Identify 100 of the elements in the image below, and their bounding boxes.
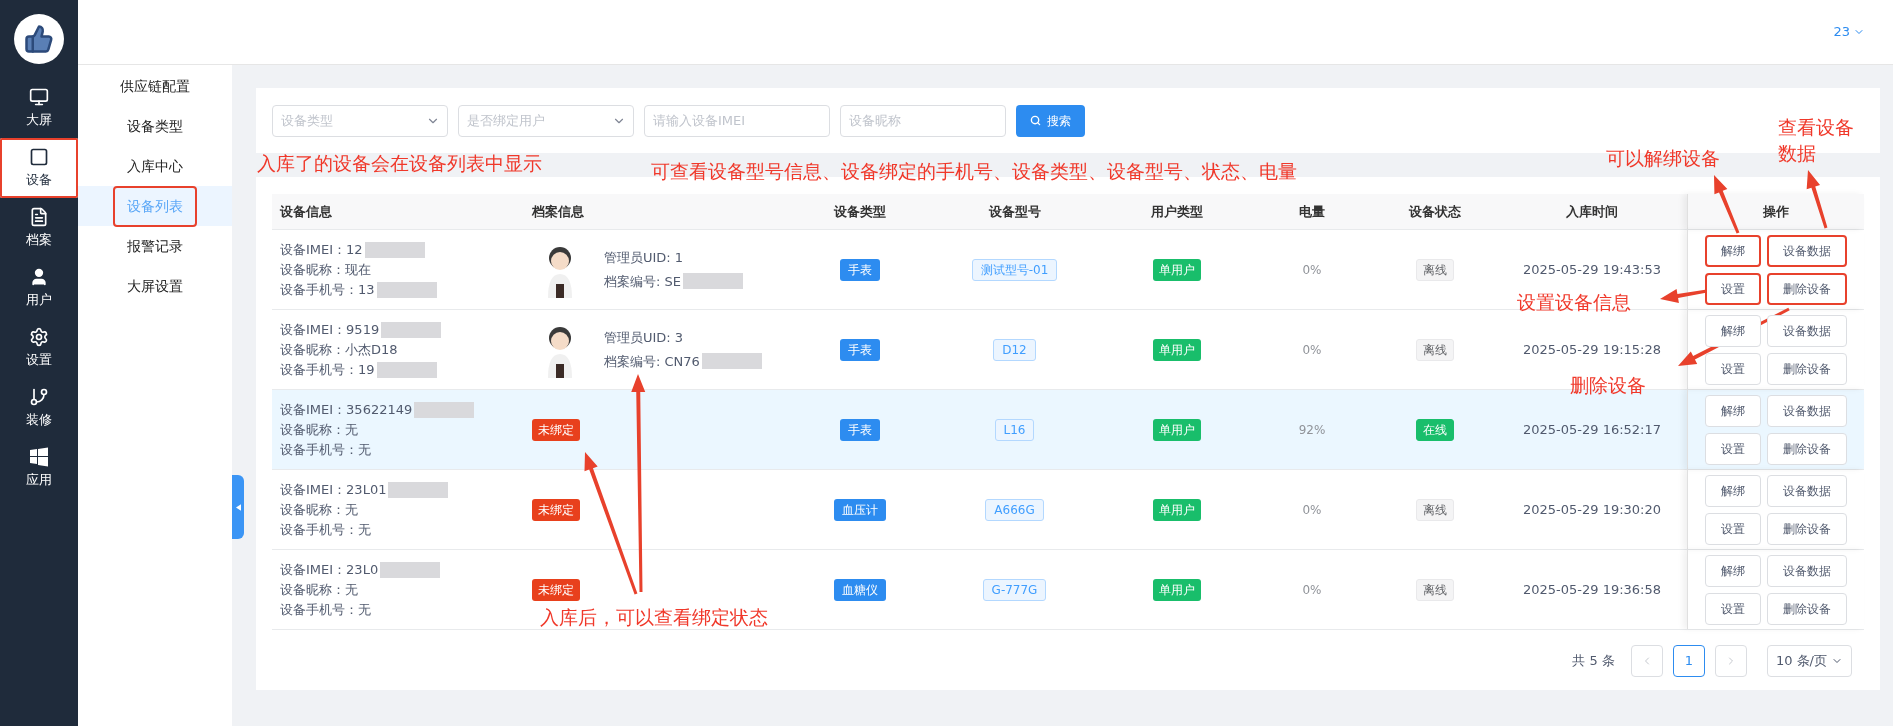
prev-page-button[interactable] — [1630, 645, 1663, 677]
nickname-text: 设备昵称：无 — [280, 420, 359, 439]
device-type-tag: 血糖仪 — [833, 578, 886, 601]
settings-icon — [29, 326, 49, 347]
annotation-text: 入库了的设备会在设备列表中显示 — [257, 151, 542, 176]
stock-time-text: 2025-05-29 19:15:28 — [1521, 340, 1663, 359]
nav-item[interactable]: 大屏 — [0, 78, 78, 138]
action-button[interactable]: 设备数据 — [1767, 554, 1847, 587]
battery-text: 0% — [1301, 501, 1323, 519]
action-button[interactable]: 设置 — [1705, 592, 1761, 625]
unbound-badge: 未绑定 — [532, 498, 580, 521]
user-type-tag: 单用户 — [1153, 418, 1201, 441]
nav-item[interactable]: 设备 — [0, 138, 78, 198]
model-tag: L16 — [994, 418, 1035, 441]
column-header: 设备信息 — [279, 202, 333, 221]
monitor-icon — [29, 86, 49, 107]
nav-item[interactable]: 应用 — [0, 438, 78, 498]
column-header: 入库时间 — [1565, 202, 1619, 221]
archive-number-text: 档案编号: CN76 — [604, 352, 700, 371]
page-size-select[interactable]: 10 条/页 — [1766, 645, 1852, 677]
action-button[interactable]: 删除设备 — [1767, 512, 1847, 545]
action-button[interactable]: 设备数据 — [1767, 394, 1847, 427]
phone-text: 设备手机号：19 — [280, 360, 375, 379]
annotation-text: 查看设备数据 — [1778, 115, 1855, 166]
annotation-arrow — [1714, 175, 1740, 234]
search-icon — [1030, 115, 1041, 126]
action-button[interactable]: 删除设备 — [1767, 592, 1847, 625]
next-page-button[interactable] — [1714, 645, 1747, 677]
phone-text: 设备手机号：无 — [280, 520, 371, 539]
branch-icon — [29, 386, 49, 407]
action-button[interactable]: 解绑 — [1705, 234, 1761, 267]
imei-text: 设备IMEI：23L01 — [280, 480, 387, 499]
model-tag: 测试型号-01 — [971, 258, 1058, 281]
submenu-item[interactable]: 供应链配置 — [78, 66, 232, 106]
action-button[interactable]: 解绑 — [1705, 394, 1761, 427]
archive-number-text: 档案编号: SE — [604, 272, 681, 291]
action-button[interactable]: 删除设备 — [1767, 272, 1847, 305]
action-button[interactable]: 删除设备 — [1767, 352, 1847, 385]
triangle-left-icon — [235, 503, 241, 511]
device-type-tag: 手表 — [839, 418, 880, 441]
submenu-item[interactable]: 设备类型 — [78, 106, 232, 146]
action-button[interactable]: 设置 — [1705, 432, 1761, 465]
total-count-text: 共 5 条 — [1572, 652, 1615, 671]
user-type-tag: 单用户 — [1153, 578, 1201, 601]
unbound-badge: 未绑定 — [532, 418, 580, 441]
submenu-item[interactable]: 入库中心 — [78, 146, 232, 186]
stock-time-text: 2025-05-29 19:36:58 — [1521, 580, 1663, 599]
action-button[interactable]: 设备数据 — [1767, 314, 1847, 347]
action-button[interactable]: 解绑 — [1705, 314, 1761, 347]
column-header: 设备类型 — [832, 202, 887, 221]
status-tag: 离线 — [1415, 578, 1454, 601]
action-button[interactable]: 解绑 — [1705, 474, 1761, 507]
document-icon — [29, 206, 49, 227]
action-button[interactable]: 设备数据 — [1767, 474, 1847, 507]
nav-item[interactable]: 设置 — [0, 318, 78, 378]
collapse-handle[interactable] — [232, 475, 244, 539]
unbound-badge: 未绑定 — [532, 578, 580, 601]
annotation-text: 设置设备信息 — [1517, 290, 1631, 315]
select-field[interactable]: 设备类型 — [272, 104, 448, 137]
action-button[interactable]: 删除设备 — [1767, 432, 1847, 465]
action-button[interactable]: 设置 — [1705, 512, 1761, 545]
status-tag: 在线 — [1415, 418, 1454, 441]
device-type-tag: 手表 — [839, 258, 880, 281]
input-field[interactable]: 请输入设备IMEI — [644, 104, 830, 137]
select-field[interactable]: 是否绑定用户 — [458, 104, 634, 137]
column-header: 设备型号 — [987, 202, 1042, 221]
submenu-item[interactable]: 报警记录 — [78, 226, 232, 266]
admin-uid-text: 管理员UID: 1 — [604, 249, 685, 267]
input-field[interactable]: 设备昵称 — [840, 104, 1006, 137]
action-button[interactable]: 解绑 — [1705, 554, 1761, 587]
model-tag: G-777G — [982, 578, 1047, 601]
user-type-tag: 单用户 — [1153, 258, 1201, 281]
submenu-item[interactable]: 大屏设置 — [78, 266, 232, 306]
stock-time-text: 2025-05-29 19:30:20 — [1521, 500, 1663, 519]
nav-item[interactable]: 档案 — [0, 198, 78, 258]
action-button[interactable]: 设置 — [1705, 352, 1761, 385]
nav-item[interactable]: 装修 — [0, 378, 78, 438]
model-tag: D12 — [993, 338, 1036, 361]
battery-text: 92% — [1297, 421, 1327, 439]
stock-time-text: 2025-05-29 16:52:17 — [1521, 420, 1663, 439]
column-header: 设备状态 — [1407, 202, 1462, 221]
model-tag: A666G — [985, 498, 1044, 521]
admin-uid-text: 管理员UID: 3 — [604, 329, 685, 347]
user-type-tag: 单用户 — [1153, 338, 1201, 361]
battery-text: 0% — [1301, 341, 1323, 359]
nickname-text: 设备昵称：无 — [280, 500, 359, 519]
annotation-text: 入库后，可以查看绑定状态 — [540, 605, 768, 630]
column-header: 用户类型 — [1150, 202, 1204, 221]
device-type-tag: 手表 — [839, 338, 880, 361]
annotation-text: 可以解绑设备 — [1606, 146, 1720, 171]
annotation-text: 可查看设备型号信息、设备绑定的手机号、设备类型、设备型号、状态、电量 — [651, 159, 1297, 184]
square-icon — [29, 146, 49, 167]
user-menu[interactable]: 23 — [1833, 22, 1865, 42]
annotation-arrow — [1806, 170, 1828, 229]
action-button[interactable]: 设备数据 — [1767, 234, 1847, 267]
phone-text: 设备手机号：13 — [280, 280, 375, 299]
status-tag: 离线 — [1415, 498, 1454, 521]
action-button[interactable]: 设置 — [1705, 272, 1761, 305]
status-tag: 离线 — [1415, 338, 1454, 361]
nav-item[interactable]: 用户 — [0, 258, 78, 318]
